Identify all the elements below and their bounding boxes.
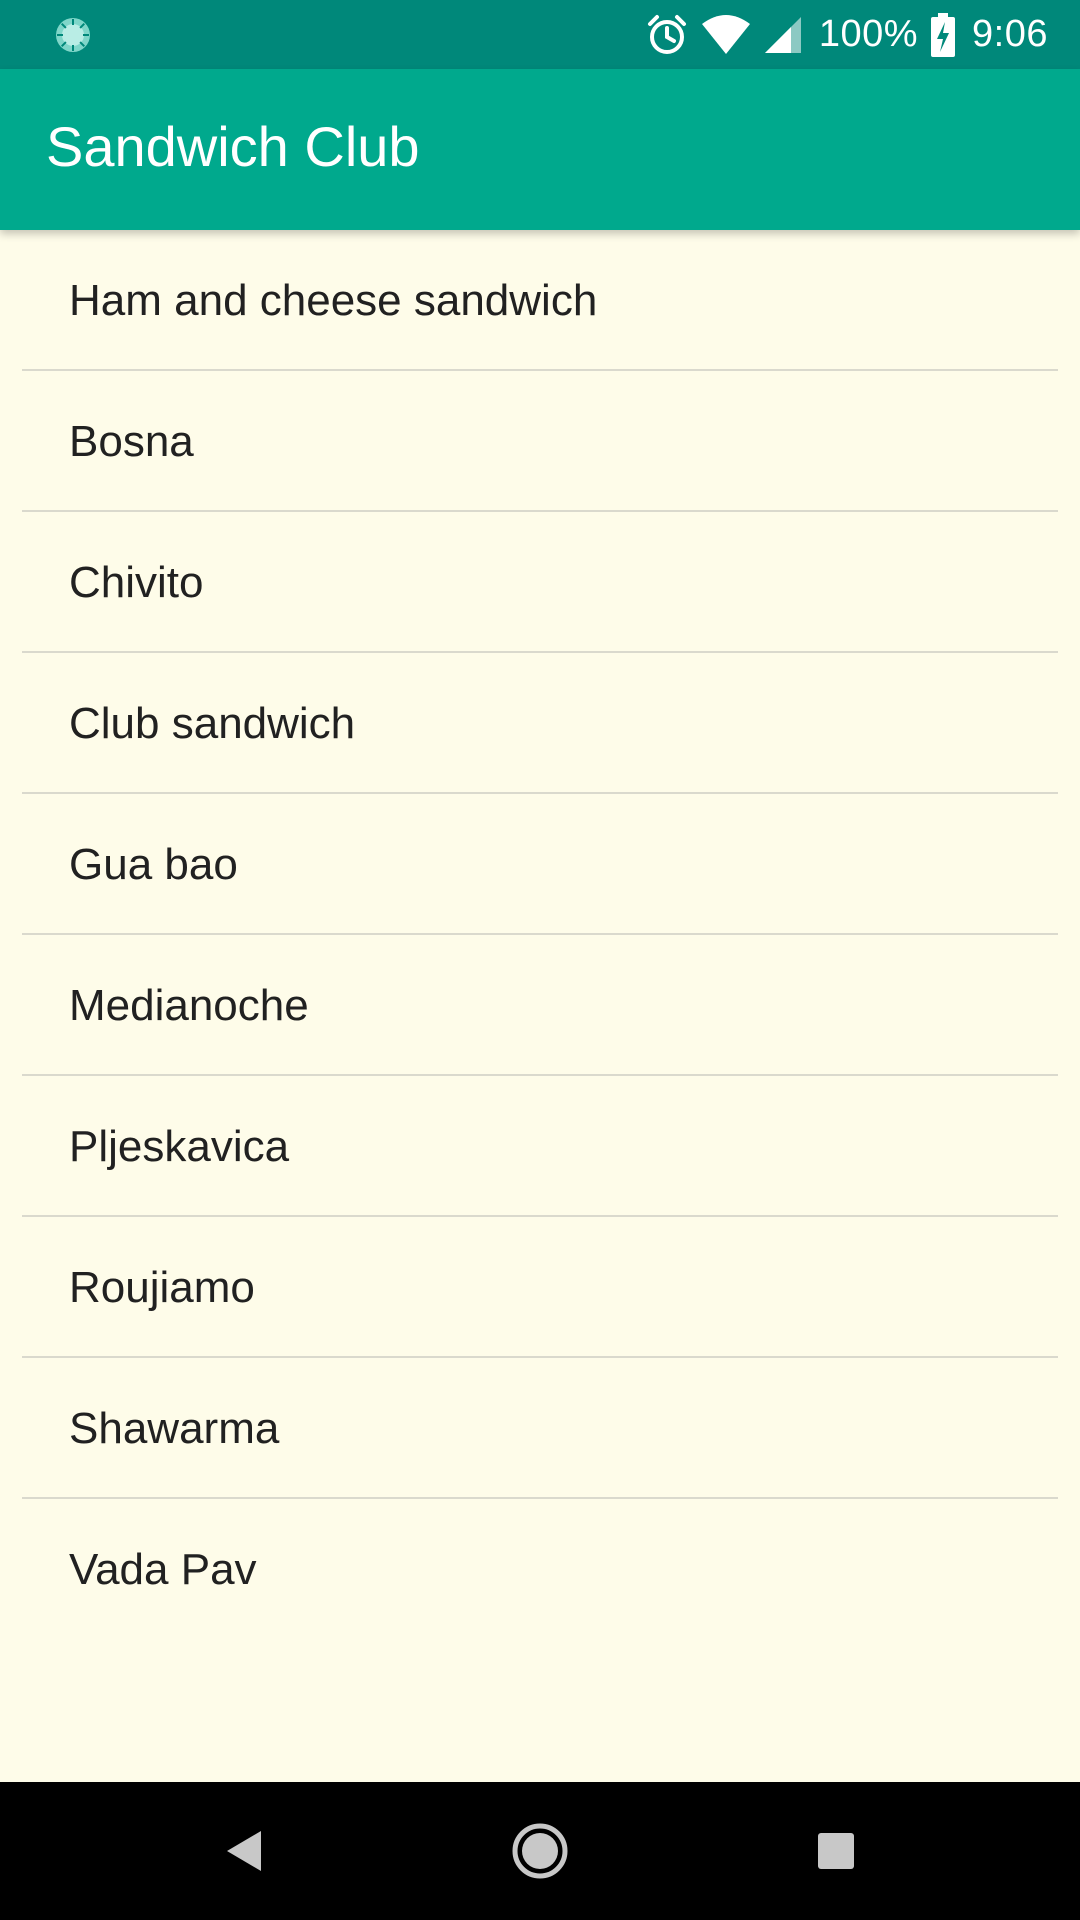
navigation-bar bbox=[0, 1782, 1080, 1920]
app-title: Sandwich Club bbox=[46, 115, 420, 178]
status-icons: 100% 9:06 bbox=[633, 0, 1048, 69]
list-item[interactable]: Pljeskavica bbox=[22, 1076, 1058, 1217]
list-item-label: Pljeskavica bbox=[69, 1121, 290, 1171]
list-item[interactable]: Gua bao bbox=[22, 794, 1058, 935]
list-item[interactable]: Roujiamo bbox=[22, 1217, 1058, 1358]
list-item[interactable]: Chivito bbox=[22, 512, 1058, 653]
back-icon[interactable] bbox=[173, 1782, 313, 1920]
list-item[interactable]: Medianoche bbox=[22, 935, 1058, 1076]
list-item[interactable]: Shawarma bbox=[22, 1358, 1058, 1499]
home-icon[interactable] bbox=[470, 1782, 610, 1920]
list-item-label: Medianoche bbox=[69, 980, 309, 1030]
wifi-icon bbox=[701, 14, 751, 56]
list-item-label: Vada Pav bbox=[69, 1544, 257, 1594]
list-item-label: Gua bao bbox=[69, 839, 238, 889]
list-item-label: Bosna bbox=[69, 416, 194, 466]
sync-icon bbox=[54, 16, 92, 54]
list-item-label: Shawarma bbox=[69, 1403, 280, 1453]
battery-percent: 100% bbox=[818, 13, 919, 55]
cellular-icon bbox=[763, 15, 803, 55]
list-item[interactable]: Vada Pav bbox=[22, 1499, 1058, 1640]
battery-charging-icon bbox=[930, 12, 956, 57]
status-bar: 100% 9:06 bbox=[0, 0, 1080, 69]
list-item-label: Roujiamo bbox=[69, 1262, 255, 1312]
sandwich-list: Ham and cheese sandwich Bosna Chivito Cl… bbox=[0, 230, 1080, 1640]
app-bar: Sandwich Club bbox=[0, 69, 1080, 230]
list-item-label: Ham and cheese sandwich bbox=[69, 275, 598, 325]
recents-icon[interactable] bbox=[766, 1782, 906, 1920]
alarm-icon bbox=[645, 13, 689, 57]
list-item[interactable]: Club sandwich bbox=[22, 653, 1058, 794]
list-item[interactable]: Ham and cheese sandwich bbox=[22, 230, 1058, 371]
clock: 9:06 bbox=[972, 13, 1048, 55]
list-item-label: Club sandwich bbox=[69, 698, 356, 748]
list-item[interactable]: Bosna bbox=[22, 371, 1058, 512]
list-item-label: Chivito bbox=[69, 557, 204, 607]
